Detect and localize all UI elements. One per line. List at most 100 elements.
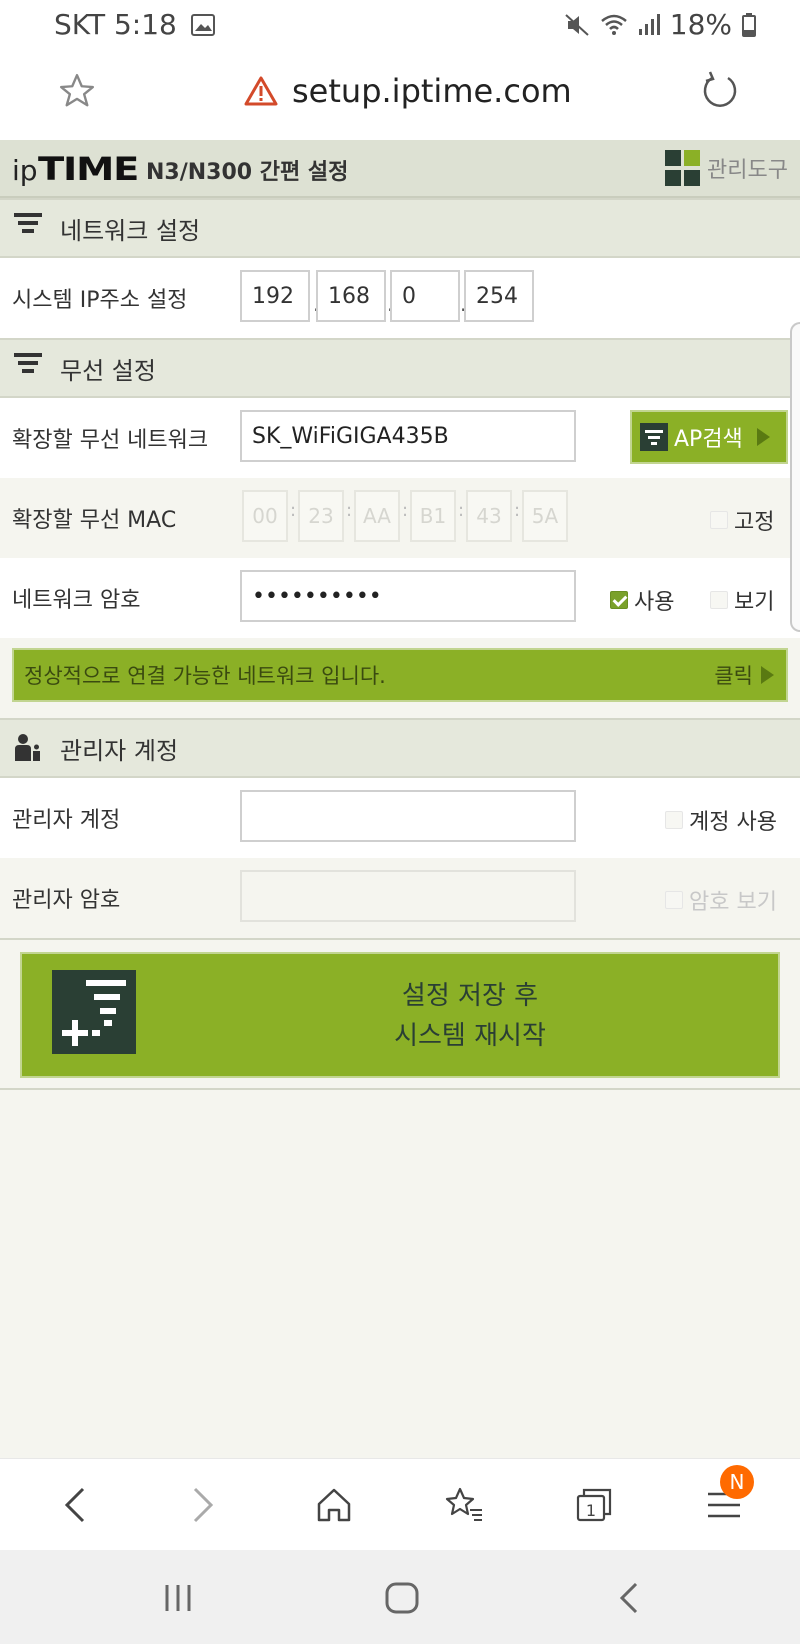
battery-percent: 18% xyxy=(669,8,732,41)
admin-password-label: 관리자 암호 xyxy=(12,888,121,913)
checkbox-box xyxy=(710,591,728,609)
mac-fixed-checkbox[interactable]: 고정 xyxy=(710,504,774,536)
admin-account-row: 관리자 계정 계정 사용 xyxy=(0,778,800,858)
notice-click[interactable]: 클릭 xyxy=(714,660,774,690)
admin-tool-label: 관리도구 xyxy=(707,158,788,183)
network-section-title: 네트워크 설정 xyxy=(60,216,201,245)
wireless-section-header: 무선 설정 xyxy=(0,338,800,398)
password-view-checkbox[interactable]: 암호 보기 xyxy=(665,884,777,916)
admin-account-label: 관리자 계정 xyxy=(12,808,121,833)
connection-notice-bar[interactable]: 정상적으로 연결 가능한 네트워크 입니다. 클릭 xyxy=(12,648,788,702)
home-button[interactable] xyxy=(310,1481,358,1529)
back-chevron-icon xyxy=(619,1582,638,1614)
home-icon xyxy=(317,1488,351,1522)
account-use-checkbox[interactable]: 계정 사용 xyxy=(665,804,777,836)
password-use-label: 사용 xyxy=(634,590,675,615)
warning-icon xyxy=(244,76,278,106)
play-arrow-icon xyxy=(756,428,770,446)
network-section-header: 네트워크 설정 xyxy=(0,198,800,258)
admin-section-header: 관리자 계정 xyxy=(0,718,800,778)
battery-icon xyxy=(742,12,756,37)
ip-label: 시스템 IP주소 설정 xyxy=(12,288,188,313)
admin-tool-icon xyxy=(665,150,701,186)
mac-octet-6[interactable]: 5A xyxy=(522,490,568,542)
ip-octet-4[interactable]: 254 xyxy=(464,270,534,322)
model-title: N3/N300 간편 설정 xyxy=(146,160,349,185)
star-icon xyxy=(59,73,95,107)
bookmark-star-button[interactable] xyxy=(58,72,98,112)
back-button[interactable] xyxy=(50,1481,98,1529)
mute-icon xyxy=(565,13,589,36)
checkbox-box xyxy=(710,511,728,529)
reload-icon xyxy=(703,71,737,107)
notice-row: 정상적으로 연결 가능한 네트워크 입니다. 클릭 xyxy=(0,638,800,718)
ip-row: 시스템 IP주소 설정 192 . 168 . 0 . 254 xyxy=(0,258,800,338)
signal-icon xyxy=(638,13,660,35)
ip-octet-2[interactable]: 168 xyxy=(316,270,386,322)
save-restart-text: 설정 저장 후 시스템 재시작 xyxy=(394,981,546,1051)
play-arrow-icon xyxy=(761,666,774,684)
reload-button[interactable] xyxy=(700,70,744,114)
forward-button[interactable] xyxy=(180,1481,228,1529)
mac-octet-2[interactable]: 23 xyxy=(298,490,344,542)
save-settings-icon xyxy=(52,970,136,1054)
tabs-icon: 1 xyxy=(576,1488,612,1522)
filter-icon xyxy=(14,213,42,243)
admin-password-row: 관리자 암호 암호 보기 xyxy=(0,858,800,938)
bookmarks-button[interactable] xyxy=(440,1481,488,1529)
system-nav-bar xyxy=(0,1550,800,1644)
network-password-input[interactable]: •••••••••• xyxy=(240,570,576,622)
iptime-header: ip TIME N3/N300 간편 설정 관리도구 xyxy=(0,140,800,198)
notification-badge: N xyxy=(720,1465,754,1499)
system-home-button[interactable] xyxy=(378,1576,426,1620)
password-use-checkbox[interactable]: 사용 xyxy=(610,584,674,616)
admin-account-input[interactable] xyxy=(240,790,576,842)
mac-row: 확장할 무선 MAC 00 : 23 : AA : B1 : 43 : 5A 고… xyxy=(0,478,800,558)
chevron-left-icon xyxy=(64,1487,85,1523)
system-back-button[interactable] xyxy=(604,1576,652,1620)
ap-search-button[interactable]: AP검색 xyxy=(630,410,788,464)
mac-label: 확장할 무선 MAC xyxy=(12,508,177,533)
ssid-input[interactable]: SK_WiFiGIGA435B xyxy=(240,410,576,462)
gallery-icon xyxy=(190,13,215,36)
ip-octet-1[interactable]: 192 xyxy=(240,270,310,322)
mac-octet-5[interactable]: 43 xyxy=(466,490,512,542)
iptime-logo: ip TIME xyxy=(12,150,139,188)
mac-fixed-label: 고정 xyxy=(734,510,775,535)
recent-apps-button[interactable] xyxy=(154,1576,202,1620)
scroll-handle[interactable] xyxy=(790,322,800,632)
account-use-label: 계정 사용 xyxy=(689,810,777,835)
admin-password-input[interactable] xyxy=(240,870,576,922)
save-restart-button[interactable]: 설정 저장 후 시스템 재시작 xyxy=(20,952,780,1078)
ip-octet-3[interactable]: 0 xyxy=(390,270,460,322)
browser-toolbar: 1 N xyxy=(0,1458,800,1550)
wireless-section-title: 무선 설정 xyxy=(60,356,156,385)
bookmark-list-icon xyxy=(445,1487,482,1521)
ap-search-label: AP검색 xyxy=(674,427,743,452)
menu-button[interactable]: N xyxy=(700,1465,754,1529)
tabs-button[interactable]: 1 xyxy=(570,1481,618,1529)
filter-icon xyxy=(640,423,668,451)
password-row: 네트워크 암호 •••••••••• 사용 보기 xyxy=(0,558,800,638)
save-area: 설정 저장 후 시스템 재시작 xyxy=(0,938,800,1090)
address-bar: setup.iptime.com xyxy=(0,50,800,140)
checkbox-box xyxy=(665,811,683,829)
mac-octet-4[interactable]: B1 xyxy=(410,490,456,542)
mac-octet-3[interactable]: AA xyxy=(354,490,400,542)
url-text: setup.iptime.com xyxy=(292,72,572,110)
page-content: ip TIME N3/N300 간편 설정 관리도구 네트워크 설정 시스템 IP… xyxy=(0,140,800,1458)
recent-apps-icon xyxy=(165,1585,191,1611)
password-show-checkbox[interactable]: 보기 xyxy=(710,584,774,616)
mac-octet-1[interactable]: 00 xyxy=(242,490,288,542)
svg-text:1: 1 xyxy=(586,1501,596,1520)
password-view-label: 암호 보기 xyxy=(689,890,777,915)
ssid-label: 확장할 무선 네트워크 xyxy=(12,428,209,453)
checkbox-checked xyxy=(610,591,628,609)
status-bar: SKT 5:18 18% xyxy=(0,0,800,50)
password-label: 네트워크 암호 xyxy=(12,588,141,613)
filter-icon xyxy=(14,353,42,383)
wifi-icon xyxy=(600,14,627,35)
url-field[interactable]: setup.iptime.com xyxy=(244,72,572,110)
home-square-icon xyxy=(385,1582,419,1614)
admin-tool-link[interactable]: 관리도구 xyxy=(665,150,788,186)
